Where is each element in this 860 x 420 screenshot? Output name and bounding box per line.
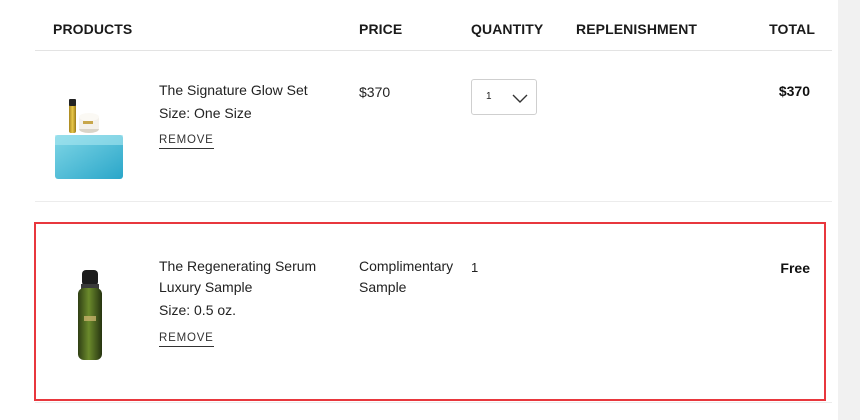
header-replenishment: REPLENISHMENT [576, 21, 698, 37]
quantity-value: 1 [486, 91, 492, 102]
product-price: $370 [359, 84, 391, 100]
header-total: TOTAL [769, 21, 815, 37]
cart-row-signature-glow-set: The Signature Glow Set Size: One Size RE… [35, 51, 832, 202]
cart-page: PRODUCTS PRICE QUANTITY REPLENISHMENT TO… [0, 0, 860, 420]
product-size: Size: One Size [159, 105, 252, 121]
remove-button[interactable]: REMOVE [159, 134, 214, 149]
quantity-select[interactable]: 1 [471, 79, 537, 115]
item-total: $370 [778, 83, 810, 99]
product-name[interactable]: The Signature Glow Set [159, 80, 308, 101]
scrollbar[interactable] [838, 0, 860, 420]
header-products: PRODUCTS [53, 21, 133, 37]
chevron-down-icon [512, 91, 528, 109]
highlight-box [34, 222, 826, 401]
header-quantity: QUANTITY [471, 21, 544, 37]
header-price: PRICE [359, 21, 403, 37]
skincare-set-image [53, 95, 125, 186]
cart-table-header: PRODUCTS PRICE QUANTITY REPLENISHMENT TO… [35, 0, 832, 51]
